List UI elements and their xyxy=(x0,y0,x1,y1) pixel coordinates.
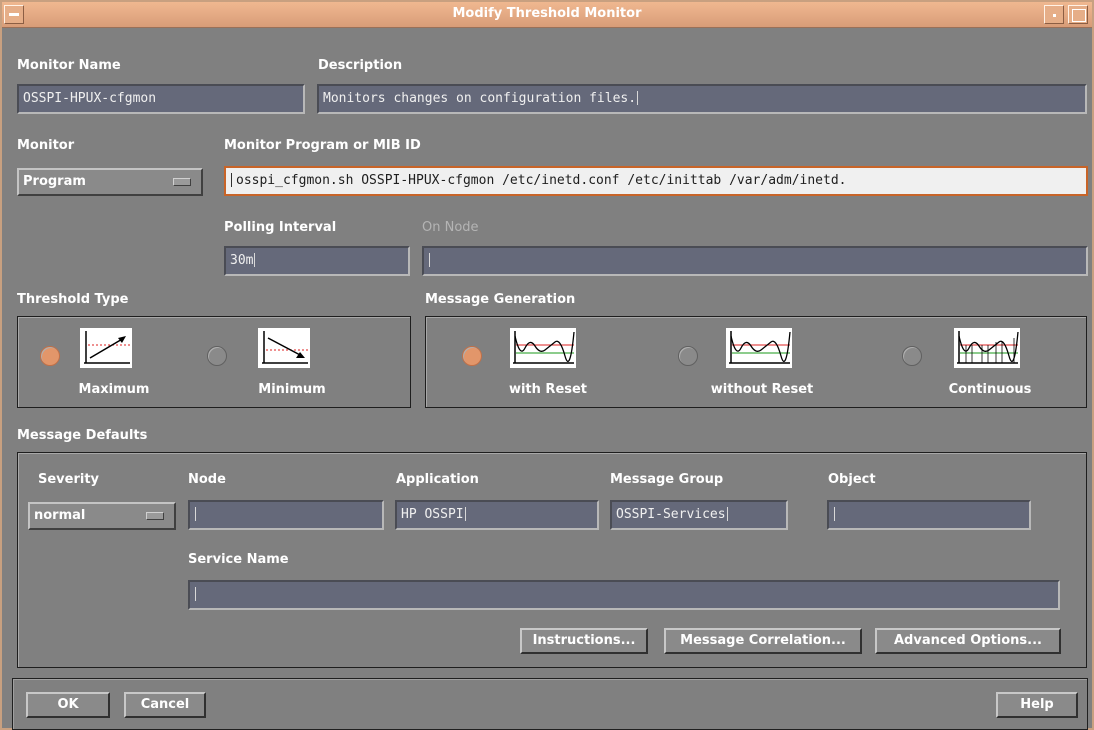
description-label: Description xyxy=(318,58,403,73)
monitor-label: Monitor xyxy=(17,138,75,153)
node-label: Node xyxy=(188,472,226,487)
node-field[interactable] xyxy=(188,500,384,530)
severity-option-menu[interactable]: normal xyxy=(28,502,176,530)
help-button[interactable]: Help xyxy=(996,692,1078,718)
monitor-program-label: Monitor Program or MIB ID xyxy=(224,138,421,153)
message-group-value: OSSPI-Services xyxy=(616,507,726,522)
option-menu-indicator-icon xyxy=(146,512,164,520)
service-name-field[interactable] xyxy=(188,580,1060,610)
cancel-button[interactable]: Cancel xyxy=(124,692,206,718)
description-value: Monitors changes on configuration files. xyxy=(323,91,637,106)
monitor-option-value: Program xyxy=(23,174,86,189)
monitor-name-value: OSSPI-HPUX-cfgmon xyxy=(23,91,157,106)
continuous-radio[interactable] xyxy=(902,346,922,366)
with-reset-radio[interactable] xyxy=(462,346,482,366)
threshold-maximum-icon xyxy=(80,328,132,368)
continuous-label: Continuous xyxy=(948,382,1032,397)
threshold-minimum-label: Minimum xyxy=(258,382,326,397)
threshold-maximum-label: Maximum xyxy=(78,382,150,397)
object-field[interactable] xyxy=(827,500,1031,530)
threshold-type-label: Threshold Type xyxy=(17,292,129,307)
message-correlation-button[interactable]: Message Correlation... xyxy=(664,628,862,654)
text-cursor-icon xyxy=(464,507,470,521)
on-node-field[interactable] xyxy=(422,246,1088,276)
with-reset-label: with Reset xyxy=(508,382,588,397)
without-reset-label: without Reset xyxy=(710,382,814,397)
service-name-label: Service Name xyxy=(188,552,289,567)
threshold-maximum-radio[interactable] xyxy=(40,346,60,366)
severity-label: Severity xyxy=(38,472,100,487)
without-reset-radio[interactable] xyxy=(678,346,698,366)
advanced-options-button[interactable]: Advanced Options... xyxy=(875,628,1061,654)
application-value: HP OSSPI xyxy=(401,507,464,522)
text-cursor-icon xyxy=(834,507,839,521)
text-cursor-icon xyxy=(429,253,434,267)
monitor-name-field[interactable]: OSSPI-HPUX-cfgmon xyxy=(17,84,305,114)
message-group-label: Message Group xyxy=(610,472,724,487)
ok-button[interactable]: OK xyxy=(26,692,110,718)
on-node-label: On Node xyxy=(422,220,479,235)
instructions-button[interactable]: Instructions... xyxy=(520,628,648,654)
maximize-icon[interactable] xyxy=(1068,5,1088,24)
message-group-field[interactable]: OSSPI-Services xyxy=(610,500,788,530)
text-cursor-icon xyxy=(231,173,236,187)
window-title: Modify Threshold Monitor xyxy=(452,6,642,21)
monitor-program-field[interactable]: osspi_cfgmon.sh OSSPI-HPUX-cfgmon /etc/i… xyxy=(224,166,1088,196)
text-cursor-icon xyxy=(195,587,200,601)
threshold-minimum-icon xyxy=(258,328,310,368)
text-cursor-icon xyxy=(637,91,642,105)
description-field[interactable]: Monitors changes on configuration files. xyxy=(317,84,1087,114)
monitor-program-value: osspi_cfgmon.sh OSSPI-HPUX-cfgmon /etc/i… xyxy=(236,173,847,188)
monitor-option-menu[interactable]: Program xyxy=(17,168,203,196)
text-cursor-icon xyxy=(195,507,200,521)
option-menu-indicator-icon xyxy=(173,178,191,186)
without-reset-graph-icon xyxy=(726,328,792,368)
polling-interval-label: Polling Interval xyxy=(224,220,337,235)
object-label: Object xyxy=(828,472,876,487)
text-cursor-icon xyxy=(254,253,259,267)
threshold-minimum-radio[interactable] xyxy=(207,346,227,366)
monitor-name-label: Monitor Name xyxy=(17,58,121,73)
text-cursor-icon xyxy=(726,507,732,521)
continuous-graph-icon xyxy=(954,328,1020,368)
dialog-window: Modify Threshold Monitor Monitor Name De… xyxy=(0,0,1094,730)
application-label: Application xyxy=(396,472,479,487)
message-defaults-label: Message Defaults xyxy=(17,428,148,443)
title-bar[interactable]: Modify Threshold Monitor xyxy=(2,2,1092,28)
severity-option-value: normal xyxy=(34,508,86,523)
polling-interval-field[interactable]: 30m xyxy=(224,246,410,276)
message-generation-label: Message Generation xyxy=(425,292,576,307)
polling-interval-value: 30m xyxy=(230,253,254,268)
with-reset-graph-icon xyxy=(510,328,576,368)
minimize-icon[interactable] xyxy=(1044,5,1064,24)
application-field[interactable]: HP OSSPI xyxy=(395,500,599,530)
